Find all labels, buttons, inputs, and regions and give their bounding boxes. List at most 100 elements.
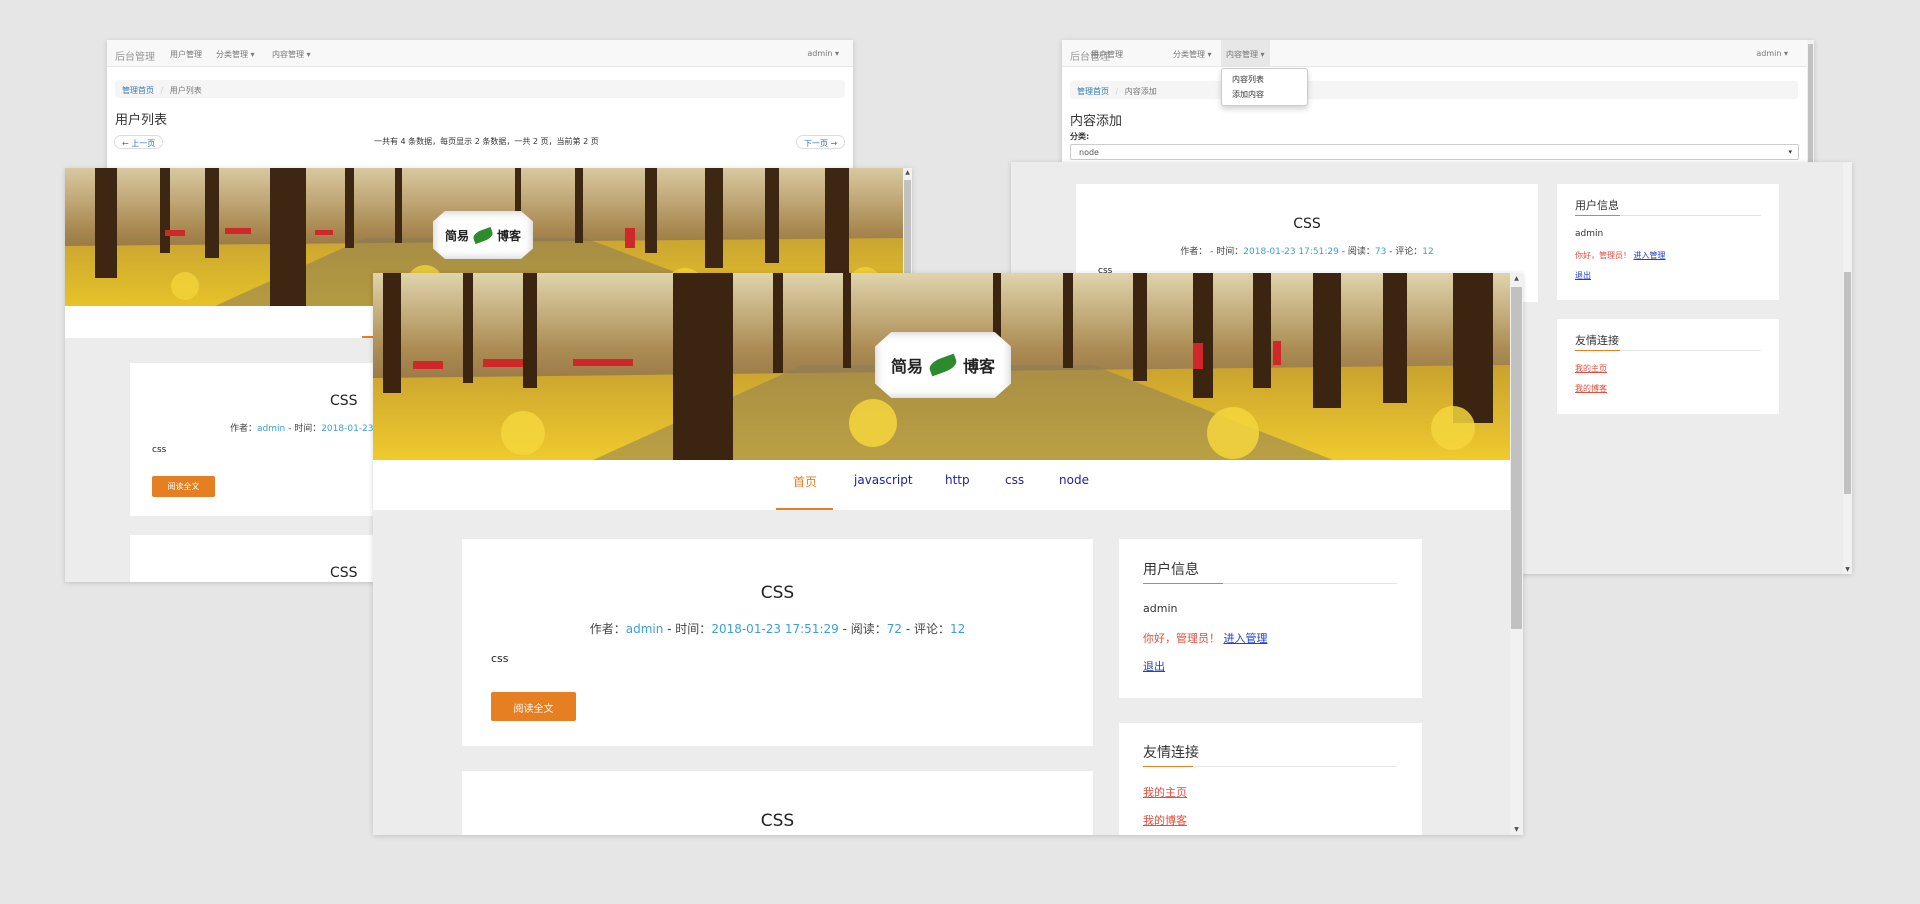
friend-links-title: 友情连接 bbox=[1143, 745, 1199, 761]
views-label: - 阅读： bbox=[838, 622, 887, 636]
friend-link-home[interactable]: 我的主页 bbox=[1143, 784, 1187, 800]
comments-value: 12 bbox=[949, 622, 966, 636]
friend-link-blog[interactable]: 我的博客 bbox=[1143, 812, 1187, 828]
post-card: CSS 作者：admin - 时间：2018-01-23 17:51:29 - … bbox=[462, 539, 1093, 746]
content-dropdown-menu: 内容列表 添加内容 bbox=[1221, 68, 1308, 106]
pager-info: 一共有 4 条数据，每页显示 2 条数据，一共 2 页，当前第 2 页 bbox=[374, 137, 599, 146]
category-select-value: node bbox=[1079, 148, 1099, 157]
category-select[interactable]: node ▾ bbox=[1070, 144, 1799, 160]
greeting-line: 你好，管理员！ 进入管理 bbox=[1575, 250, 1666, 261]
divider-accent bbox=[1575, 350, 1620, 351]
divider-accent bbox=[1575, 215, 1620, 216]
breadcrumb-home[interactable]: 管理首页 bbox=[122, 86, 154, 95]
sidebar-username: admin bbox=[1143, 602, 1178, 615]
admin-user-list-window: 后台管理 用户管理 分类管理 ▾ 内容管理 ▾ admin ▾ 管理首页 / 用… bbox=[107, 40, 853, 180]
friend-link-blog[interactable]: 我的博客 bbox=[1575, 383, 1607, 394]
admin-link[interactable]: 进入管理 bbox=[1224, 632, 1268, 645]
post-card: CSS bbox=[130, 535, 392, 582]
chevron-down-icon: ▾ bbox=[1788, 148, 1792, 156]
friend-link-home[interactable]: 我的主页 bbox=[1575, 363, 1607, 374]
nav-content-management[interactable]: 内容管理 ▾ bbox=[1221, 40, 1270, 67]
breadcrumb-current: 用户列表 bbox=[169, 86, 202, 95]
logout-link[interactable]: 退出 bbox=[1143, 658, 1165, 674]
admin-user-menu[interactable]: admin ▾ bbox=[1756, 49, 1788, 58]
views-value: 72 bbox=[886, 622, 903, 636]
nav-javascript[interactable]: javascript bbox=[854, 473, 913, 487]
comments-label: - 评论： bbox=[902, 622, 950, 636]
nav-user-management[interactable]: 用户管理 bbox=[1091, 49, 1123, 60]
admin-link[interactable]: 进入管理 bbox=[1634, 251, 1666, 260]
scrollbar-thumb[interactable] bbox=[1844, 272, 1851, 494]
nav-http[interactable]: http bbox=[945, 473, 970, 487]
blog-window-main: 简易 博客 首页 javascript http css node CSS 作者… bbox=[373, 273, 1523, 835]
scrollbar-thumb[interactable] bbox=[1808, 44, 1813, 174]
breadcrumb: 管理首页 / 内容添加 bbox=[1070, 81, 1798, 99]
author-value: admin bbox=[257, 424, 286, 434]
site-logo[interactable]: 简易 博客 bbox=[875, 332, 1011, 398]
greeting-text: 你好，管理员！ bbox=[1143, 632, 1220, 645]
scrollbar-thumb[interactable] bbox=[1511, 287, 1522, 629]
nav-css[interactable]: css bbox=[1005, 473, 1024, 487]
author-label: 作者： bbox=[230, 424, 258, 434]
logo-text-left: 简易 bbox=[890, 357, 923, 376]
scroll-up-icon[interactable]: ▲ bbox=[903, 169, 912, 176]
leaf-icon bbox=[927, 353, 959, 377]
prev-page-button[interactable]: ← 上一页 bbox=[114, 135, 164, 149]
read-more-button[interactable]: 阅读全文 bbox=[152, 476, 215, 497]
comments-label: - 评论： bbox=[1386, 247, 1423, 257]
scroll-down-icon[interactable]: ▼ bbox=[1843, 566, 1852, 573]
page-scrollbar[interactable] bbox=[1807, 40, 1814, 180]
post-title[interactable]: CSS bbox=[462, 811, 1093, 831]
post-body: css bbox=[491, 652, 509, 665]
time-label: - 时间： bbox=[285, 424, 322, 434]
post-body: css bbox=[152, 445, 167, 455]
page-title: 内容添加 bbox=[1070, 114, 1123, 129]
post-title[interactable]: CSS bbox=[1076, 216, 1538, 232]
user-info-title: 用户信息 bbox=[1575, 199, 1619, 212]
nav-content-management[interactable]: 内容管理 ▾ bbox=[272, 49, 311, 60]
banner-image: 简易 博客 bbox=[373, 273, 1510, 460]
admin-navbar: 后台管理 用户管理 分类管理 ▾ 内容管理 ▾ admin ▾ bbox=[1062, 40, 1814, 67]
post-meta: 作者：admin - 时间：2018-01-23 17:51:29 bbox=[230, 421, 417, 434]
post-meta: 作者： - 时间：2018-01-23 17:51:29 - 阅读：73 - 评… bbox=[1076, 244, 1538, 257]
user-info-title: 用户信息 bbox=[1143, 562, 1199, 578]
read-more-button[interactable]: 阅读全文 bbox=[491, 692, 576, 721]
breadcrumb-separator: / bbox=[160, 86, 164, 95]
page-scrollbar[interactable]: ▼ bbox=[1843, 162, 1852, 574]
breadcrumb-home[interactable]: 管理首页 bbox=[1077, 87, 1109, 96]
site-logo[interactable]: 简易 博客 bbox=[433, 211, 533, 259]
dropdown-item-add-content[interactable]: 添加内容 bbox=[1222, 87, 1307, 102]
nav-active-indicator bbox=[776, 508, 833, 510]
logo-text-right: 博客 bbox=[963, 357, 996, 376]
dropdown-item-content-list[interactable]: 内容列表 bbox=[1222, 72, 1307, 87]
nav-category-management[interactable]: 分类管理 ▾ bbox=[216, 49, 255, 60]
divider-accent bbox=[1143, 583, 1223, 584]
nav-home[interactable]: 首页 bbox=[793, 473, 817, 490]
time-label: - 时间： bbox=[1207, 247, 1244, 257]
page-scrollbar[interactable]: ▲ ▼ bbox=[1510, 273, 1523, 835]
scroll-up-icon[interactable]: ▲ bbox=[1510, 275, 1523, 282]
views-label: - 阅读： bbox=[1338, 247, 1375, 257]
nav-node[interactable]: node bbox=[1059, 473, 1089, 487]
divider-accent bbox=[1143, 766, 1193, 767]
admin-brand[interactable]: 后台管理 bbox=[115, 48, 155, 63]
category-label: 分类: bbox=[1070, 132, 1090, 141]
author-label: 作者： bbox=[589, 622, 626, 636]
greeting-line: 你好，管理员！ 进入管理 bbox=[1143, 630, 1268, 646]
admin-user-menu[interactable]: admin ▾ bbox=[807, 49, 839, 58]
time-value: 2018-01-23 17:51:29 bbox=[1243, 247, 1339, 257]
views-value: 73 bbox=[1374, 247, 1387, 257]
nav-user-management[interactable]: 用户管理 bbox=[170, 49, 202, 60]
logo-text-left: 简易 bbox=[444, 228, 469, 243]
user-info-panel: 用户信息 admin 你好，管理员！ 进入管理 退出 bbox=[1119, 539, 1422, 698]
scroll-down-icon[interactable]: ▼ bbox=[1510, 826, 1523, 833]
post-title[interactable]: CSS bbox=[462, 583, 1093, 603]
comments-value: 12 bbox=[1422, 247, 1434, 257]
friend-links-panel: 友情连接 我的主页 我的博客 bbox=[1557, 319, 1779, 414]
logout-link[interactable]: 退出 bbox=[1575, 270, 1591, 281]
sidebar-username: admin bbox=[1575, 229, 1604, 239]
post-card: CSS bbox=[462, 771, 1093, 835]
nav-category-management[interactable]: 分类管理 ▾ bbox=[1173, 49, 1212, 60]
author-value: admin bbox=[625, 622, 664, 636]
next-page-button[interactable]: 下一页 → bbox=[796, 135, 846, 149]
